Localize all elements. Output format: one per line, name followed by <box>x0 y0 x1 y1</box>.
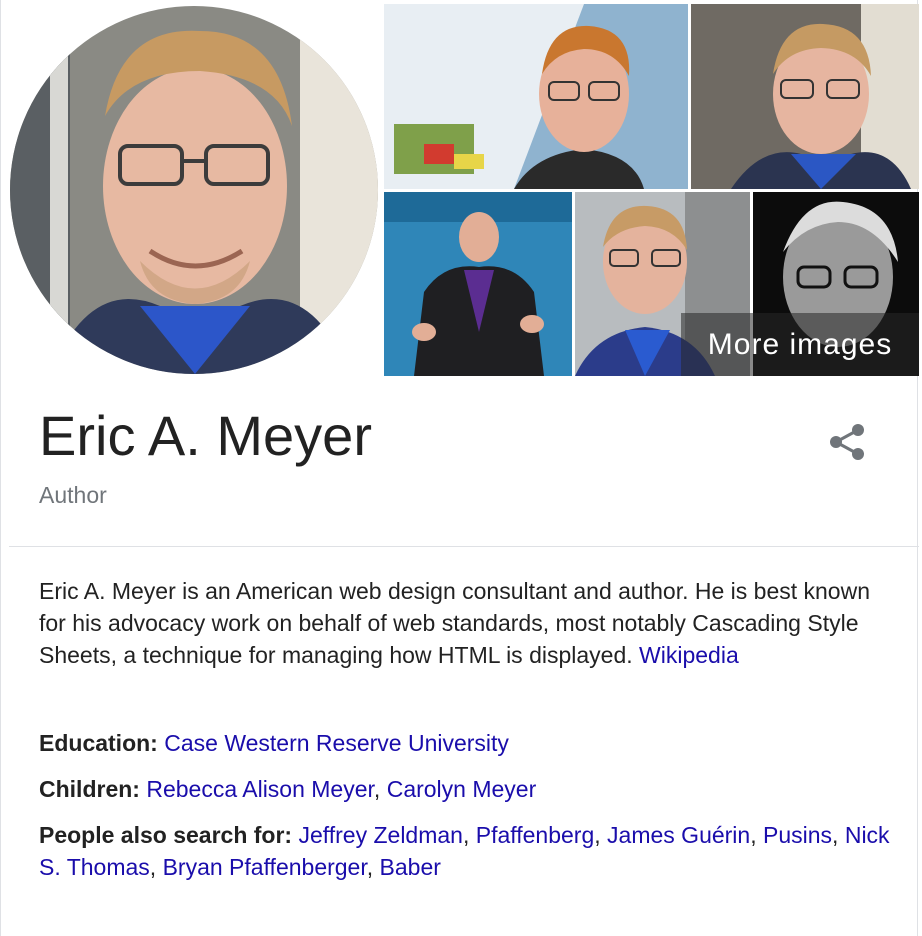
image-thumb-1[interactable] <box>384 4 688 189</box>
related-person-link[interactable]: James Guérin <box>607 822 750 848</box>
image-thumb-3[interactable] <box>384 192 572 376</box>
more-images-button[interactable]: More images <box>681 313 919 376</box>
image-strip: More images <box>1 0 919 376</box>
hero-portrait-illustration <box>10 6 378 374</box>
fact-label-people-also-search: People also search for: <box>39 822 293 848</box>
related-person-link[interactable]: Bryan Pfaffenberger <box>163 854 367 880</box>
fact-link-children-0[interactable]: Rebecca Alison Meyer <box>146 776 374 802</box>
section-divider <box>9 546 919 547</box>
fact-education: Education: Case Western Reserve Universi… <box>39 727 899 759</box>
entity-subtitle: Author <box>39 482 107 508</box>
entity-title: Eric A. Meyer <box>39 404 372 467</box>
fact-children: Children: Rebecca Alison Meyer, Carolyn … <box>39 776 537 802</box>
share-icon[interactable] <box>827 421 869 463</box>
wikipedia-link[interactable]: Wikipedia <box>639 642 739 668</box>
thumb-2-illustration <box>691 4 919 189</box>
fact-label-education: Education: <box>39 730 158 756</box>
image-thumb-2[interactable] <box>691 4 919 189</box>
related-person-link[interactable]: Jeffrey Zeldman <box>298 822 462 848</box>
fact-people-also-search: People also search for: Jeffrey Zeldman,… <box>39 822 890 880</box>
related-person-link[interactable]: Baber <box>380 854 441 880</box>
fact-label-children: Children: <box>39 776 140 802</box>
thumb-3-illustration <box>384 192 572 376</box>
thumb-1-illustration <box>384 4 688 189</box>
related-person-link[interactable]: Pfaffenberg <box>476 822 595 848</box>
fact-link-children-1[interactable]: Carolyn Meyer <box>387 776 537 802</box>
fact-link-education-0[interactable]: Case Western Reserve University <box>164 730 509 756</box>
knowledge-panel: More images Eric A. Meyer Author Eric A.… <box>0 0 919 936</box>
related-person-link[interactable]: Pusins <box>763 822 832 848</box>
description: Eric A. Meyer is an American web design … <box>39 575 899 671</box>
description-text: Eric A. Meyer is an American web design … <box>39 578 870 668</box>
hero-portrait-image[interactable] <box>10 6 378 374</box>
